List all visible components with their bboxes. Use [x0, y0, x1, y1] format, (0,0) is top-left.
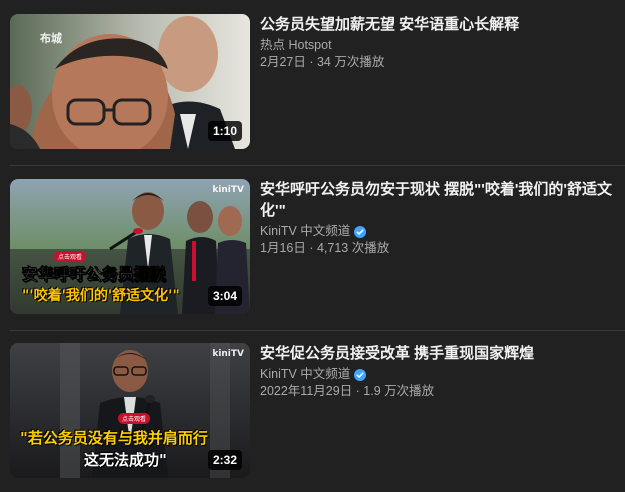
video-meta: 安华促公务员接受改革 携手重现国家辉煌 KiniTV 中文频道 2022年11月…: [260, 343, 620, 400]
channel-watermark: kiniTV: [212, 185, 244, 195]
duration-badge: 1:10: [207, 121, 242, 141]
thumbnail-caption-line1: "若公务员没有与我并肩而行: [20, 429, 208, 447]
video-title[interactable]: 安华呼吁公务员勿安于现状 摆脱"'咬着'我们的'舒适文化'": [260, 179, 620, 221]
video-title[interactable]: 安华促公务员接受改革 携手重现国家辉煌: [260, 343, 620, 364]
duration-badge: 3:04: [207, 286, 242, 306]
video-title[interactable]: 公务员失望加薪无望 安华语重心长解释: [260, 14, 620, 35]
video-thumbnail[interactable]: kiniTV 点击观看 "若公务员没有与我并肩而行 这无法成功" 2:32: [10, 343, 250, 478]
channel-name-row[interactable]: KiniTV 中文频道: [260, 366, 620, 383]
divider: [10, 165, 625, 166]
channel-name-row[interactable]: 热点 Hotspot: [260, 37, 620, 54]
video-list: 布城 1:10 公务员失望加薪无望 安华语重心长解释 热点 Hotspot 2月…: [0, 0, 625, 492]
channel-name-row[interactable]: KiniTV 中文频道: [260, 223, 620, 240]
video-stats: 2月27日 · 34 万次播放: [260, 55, 385, 69]
video-item[interactable]: kiniTV 点击观看 安华呼吁公务员摆脱 "'咬着'我们的'舒适文化'" 3:…: [0, 179, 625, 339]
channel-watermark: 布城: [40, 32, 62, 45]
channel-name[interactable]: KiniTV 中文频道: [260, 223, 350, 240]
thumbnail-caption-line2: 这无法成功": [84, 451, 167, 469]
thumbnail-caption-line2: "'咬着'我们的'舒适文化'": [22, 288, 180, 304]
watch-badge: 点击观看: [118, 413, 151, 424]
thumbnail-caption-line1: 安华呼吁公务员摆脱: [22, 265, 167, 285]
video-thumbnail[interactable]: kiniTV 点击观看 安华呼吁公务员摆脱 "'咬着'我们的'舒适文化'" 3:…: [10, 179, 250, 314]
video-item[interactable]: kiniTV 点击观看 "若公务员没有与我并肩而行 这无法成功" 2:32 安华…: [0, 343, 625, 492]
channel-watermark: kiniTV: [212, 349, 244, 359]
duration-badge: 2:32: [207, 450, 242, 470]
video-stats: 1月16日 · 4,713 次播放: [260, 241, 390, 255]
video-stats: 2022年11月29日 · 1.9 万次播放: [260, 384, 435, 398]
video-meta: 公务员失望加薪无望 安华语重心长解释 热点 Hotspot 2月27日 · 34…: [260, 14, 620, 71]
video-thumbnail[interactable]: 布城 1:10: [10, 14, 250, 149]
divider: [10, 330, 625, 331]
video-item[interactable]: 布城 1:10 公务员失望加薪无望 安华语重心长解释 热点 Hotspot 2月…: [0, 14, 625, 174]
verified-badge-icon: [354, 225, 367, 238]
channel-name[interactable]: KiniTV 中文频道: [260, 366, 350, 383]
video-meta: 安华呼吁公务员勿安于现状 摆脱"'咬着'我们的'舒适文化'" KiniTV 中文…: [260, 179, 620, 257]
channel-name[interactable]: 热点 Hotspot: [260, 37, 332, 54]
verified-badge-icon: [354, 368, 367, 381]
